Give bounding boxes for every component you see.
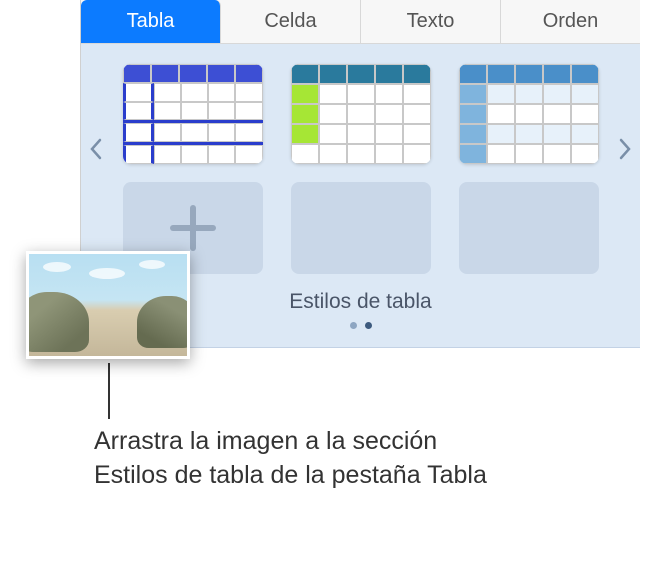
pagination-dot[interactable] xyxy=(350,322,357,329)
tab-label: Tabla xyxy=(127,10,175,33)
table-style-thumbnail-1[interactable] xyxy=(123,64,263,164)
table-style-thumbnail-2[interactable] xyxy=(291,64,431,164)
table-style-thumbnails-row xyxy=(89,64,632,164)
tab-label: Orden xyxy=(543,10,599,33)
inspector-tabbar: Tabla Celda Texto Orden xyxy=(81,0,640,44)
tab-celda[interactable]: Celda xyxy=(221,0,361,43)
styles-prev-button[interactable] xyxy=(87,132,105,172)
tab-label: Texto xyxy=(407,10,455,33)
empty-style-slot[interactable] xyxy=(459,182,599,274)
empty-style-slot[interactable] xyxy=(291,182,431,274)
drag-thumbnail-image[interactable] xyxy=(26,251,190,359)
chevron-right-icon xyxy=(618,138,632,160)
tab-texto[interactable]: Texto xyxy=(361,0,501,43)
tab-label: Celda xyxy=(264,10,316,33)
chevron-left-icon xyxy=(89,138,103,160)
table-style-thumbnail-3[interactable] xyxy=(459,64,599,164)
callout-text: Arrastra la imagen a la sección Estilos … xyxy=(94,425,494,493)
tab-orden[interactable]: Orden xyxy=(501,0,640,43)
tab-tabla[interactable]: Tabla xyxy=(81,0,221,43)
styles-next-button[interactable] xyxy=(616,132,634,172)
callout-line xyxy=(108,363,110,419)
plus-icon xyxy=(170,205,216,251)
pagination-dot[interactable] xyxy=(365,322,372,329)
